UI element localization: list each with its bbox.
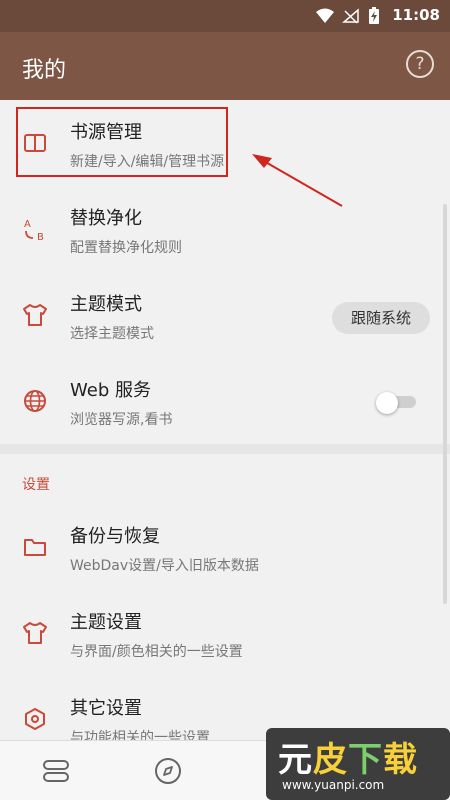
- menu-item-theme-settings[interactable]: 主题设置 与界面/颜色相关的一些设置: [0, 590, 450, 676]
- menu-item-title: 主题模式: [70, 294, 142, 315]
- watermark-char: 元: [278, 740, 313, 780]
- battery-charging-icon: [369, 7, 379, 24]
- svg-text:B: B: [37, 232, 44, 242]
- globe-icon: [22, 388, 48, 414]
- folder-icon: [22, 534, 48, 560]
- watermark-url: www.yuanpi.com: [282, 778, 385, 792]
- settings-list: 书源管理 新建/导入/编辑/管理书源 A B 替换净化 配置替换净化规则 主题模…: [0, 100, 450, 740]
- app-bar: 我的 ?: [0, 32, 450, 100]
- shirt-icon: [22, 620, 48, 646]
- settings-hex-icon: [22, 706, 48, 732]
- menu-item-title: 其它设置: [70, 698, 142, 719]
- theme-mode-button[interactable]: 跟随系统: [332, 302, 430, 334]
- menu-item-replace-rules[interactable]: A B 替换净化 配置替换净化规则: [0, 186, 450, 272]
- menu-item-title: Web 服务: [70, 380, 151, 401]
- watermark-char: 皮: [313, 740, 348, 780]
- explore-compass-icon[interactable]: [152, 755, 184, 787]
- menu-item-backup-restore[interactable]: 备份与恢复 WebDav设置/导入旧版本数据: [0, 504, 450, 590]
- watermark-char: 载: [383, 740, 418, 780]
- watermark-logo: 元皮下载 www.yuanpi.com: [266, 728, 450, 800]
- menu-item-title: 主题设置: [70, 612, 142, 633]
- menu-item-title: 替换净化: [70, 208, 142, 229]
- menu-item-subtitle: 与界面/颜色相关的一些设置: [70, 644, 243, 660]
- status-icons: [316, 7, 380, 25]
- menu-item-web-service[interactable]: Web 服务 浏览器写源,看书: [0, 358, 450, 444]
- help-circle-icon[interactable]: ?: [406, 50, 434, 78]
- web-service-toggle[interactable]: [376, 390, 416, 414]
- scrollbar[interactable]: [443, 204, 447, 604]
- menu-item-subtitle: 浏览器写源,看书: [70, 412, 173, 428]
- no-signal-icon: [342, 8, 359, 24]
- svg-text:A: A: [24, 219, 31, 230]
- section-divider: [0, 444, 450, 454]
- watermark-char: 下: [348, 740, 383, 780]
- section-header-settings: 设置: [22, 477, 50, 493]
- bookshelf-icon[interactable]: [40, 755, 72, 787]
- toggle-knob: [376, 392, 398, 414]
- menu-item-subtitle: 选择主题模式: [70, 326, 154, 342]
- menu-item-theme-mode[interactable]: 主题模式 选择主题模式 跟随系统: [0, 272, 450, 358]
- menu-item-subtitle: WebDav设置/导入旧版本数据: [70, 558, 259, 574]
- status-bar: 11:08: [0, 0, 450, 32]
- page-title: 我的: [22, 58, 67, 83]
- menu-item-subtitle: 与功能相关的一些设置: [70, 730, 210, 740]
- menu-item-title: 备份与恢复: [70, 526, 160, 547]
- annotation-highlight-box: [16, 107, 228, 177]
- watermark-brand: 元皮下载: [278, 732, 418, 781]
- status-time: 11:08: [392, 6, 440, 24]
- replace-ab-icon: A B: [22, 216, 48, 242]
- menu-item-subtitle: 配置替换净化规则: [70, 240, 182, 256]
- wifi-icon: [316, 8, 334, 23]
- shirt-icon: [22, 302, 48, 328]
